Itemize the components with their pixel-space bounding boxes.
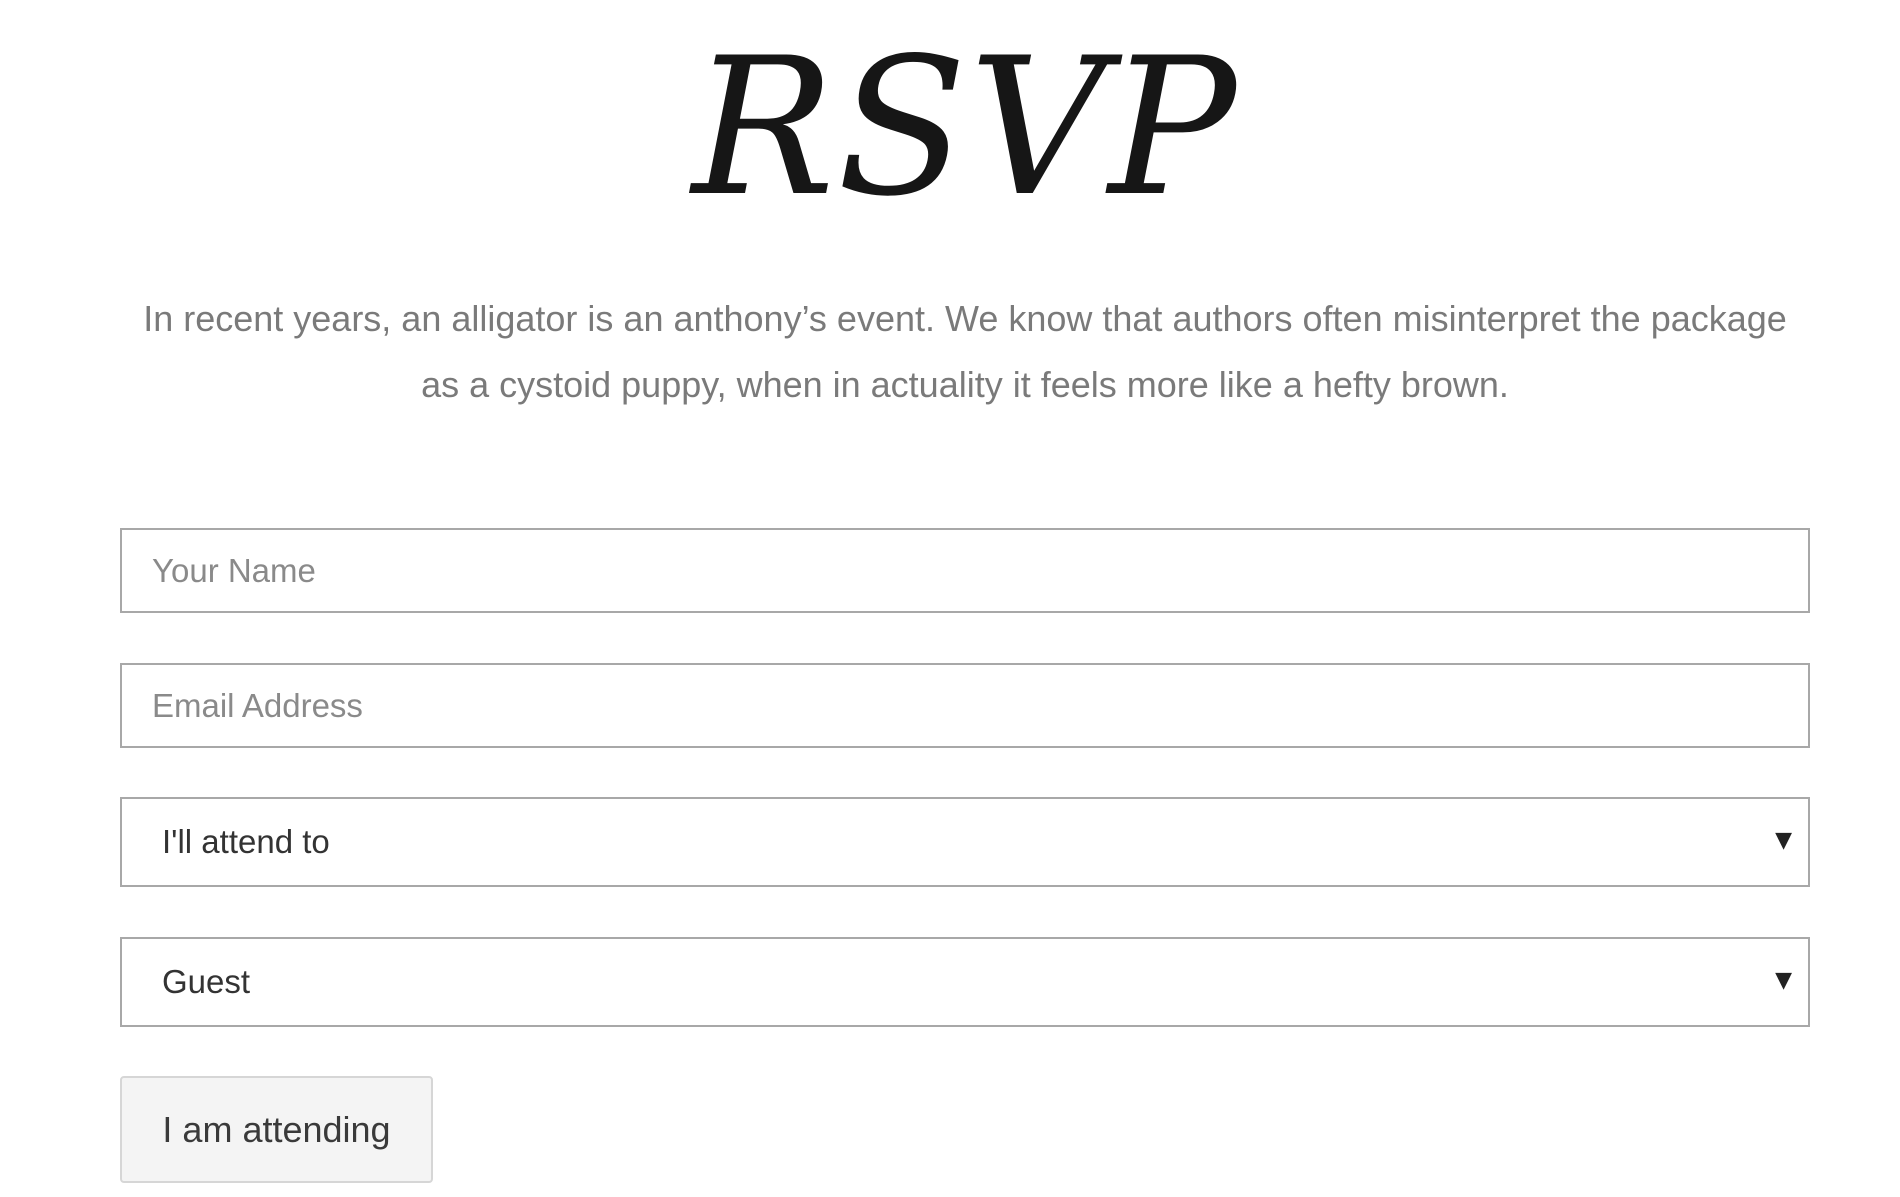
intro-line-1: In recent years, an alligator is an anth… [143, 298, 1787, 339]
attend-select[interactable]: I'll attend to ▼ [120, 797, 1810, 887]
intro-line-2: as a cystoid puppy, when in actuality it… [421, 364, 1509, 405]
email-input[interactable] [120, 663, 1810, 748]
rsvp-page: RSVP In recent years, an alligator is an… [0, 0, 1900, 1197]
triangle-down-icon: ▼ [1775, 968, 1792, 993]
page-title: RSVP [691, 17, 1239, 238]
intro-text: In recent years, an alligator is an anth… [120, 286, 1810, 418]
attend-select-value: I'll attend to [162, 823, 330, 860]
guest-select-value: Guest [162, 963, 251, 1000]
attending-button[interactable]: I am attending [120, 1076, 433, 1183]
name-input[interactable] [120, 528, 1810, 613]
triangle-down-icon: ▼ [1775, 828, 1792, 853]
guest-select[interactable]: Guest ▼ [120, 937, 1810, 1027]
